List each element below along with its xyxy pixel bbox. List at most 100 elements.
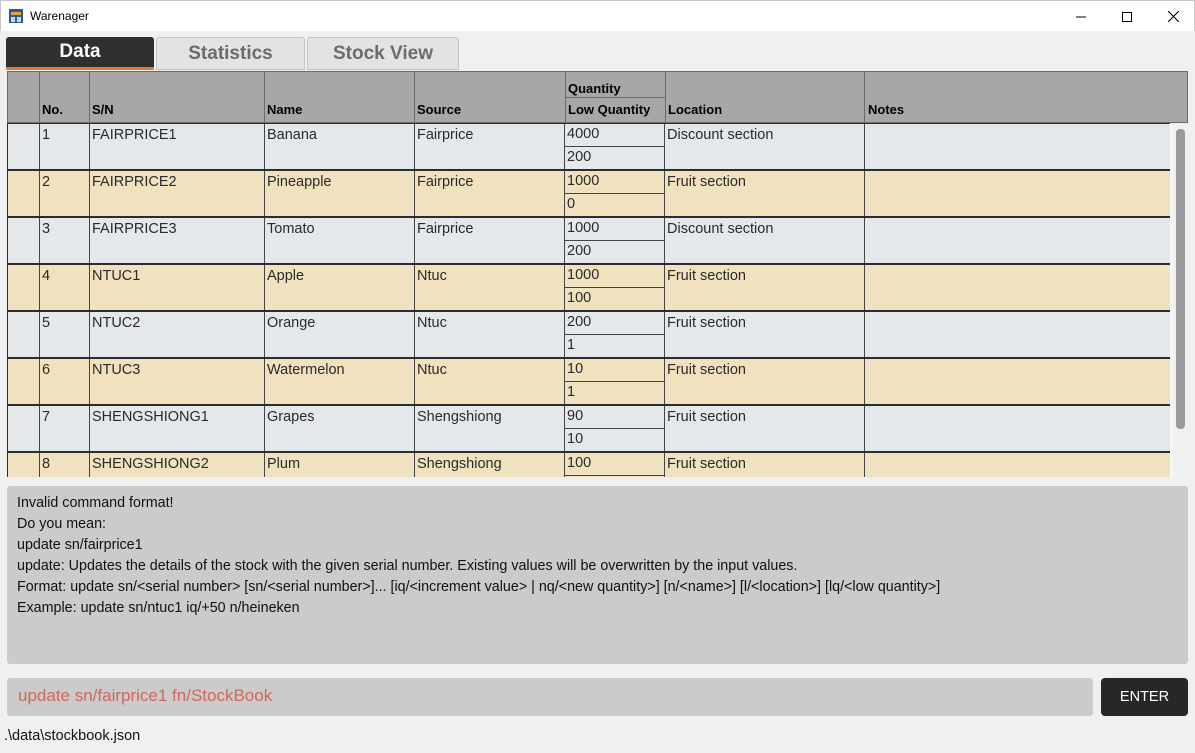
enter-button-label: ENTER: [1119, 689, 1170, 705]
cell-low-quantity: 200: [567, 149, 592, 165]
cell-low-quantity: 10: [567, 431, 584, 447]
cell-source: Shengshiong: [415, 453, 565, 477]
cell-name: Plum: [265, 453, 415, 477]
header-sn[interactable]: S/N: [92, 102, 114, 117]
cell-quantity: 100: [565, 453, 664, 476]
cell-quantity-group: 1000 200: [565, 218, 665, 263]
cell-low-quantity: [565, 476, 664, 477]
cell-quantity-group: 90 10: [565, 406, 665, 451]
result-line: Example: update sn/ntuc1 iq/+50 n/heinek…: [17, 600, 300, 616]
header-source[interactable]: Source: [417, 102, 461, 117]
result-line: Format: update sn/<serial number> [sn/<s…: [17, 579, 941, 595]
cell-notes: [865, 265, 1171, 310]
cell-location: Fruit section: [665, 265, 865, 310]
cell-notes: [865, 171, 1171, 216]
minimize-icon: [1076, 16, 1086, 17]
cell-no: 4: [40, 265, 90, 310]
app-logo-icon: [9, 9, 23, 23]
status-file-path: .\data\stockbook.json: [4, 728, 141, 744]
cell-no: 7: [40, 406, 90, 451]
table-row[interactable]: 8 SHENGSHIONG2 Plum Shengshiong 100 Frui…: [7, 452, 1170, 477]
cell-no: 5: [40, 312, 90, 357]
cell-location: Fruit section: [665, 453, 865, 477]
header-notes[interactable]: Notes: [868, 102, 904, 117]
cell-quantity-group: 100: [565, 453, 665, 477]
enter-button[interactable]: ENTER: [1101, 678, 1188, 716]
header-quantity[interactable]: Quantity: [568, 81, 621, 96]
cell-location: Fruit section: [665, 171, 865, 216]
header-divider: [864, 72, 865, 124]
cell-low-quantity: 100: [567, 290, 592, 306]
scrollbar-thumb[interactable]: [1176, 129, 1185, 429]
row-index-cell: [8, 359, 40, 404]
command-input[interactable]: update sn/fairprice1 fn/StockBook: [7, 678, 1093, 716]
cell-quantity: 200: [565, 312, 664, 335]
header-no[interactable]: No.: [42, 102, 63, 117]
cell-low-quantity: 200: [567, 243, 592, 259]
cell-no: 1: [40, 124, 90, 169]
header-location[interactable]: Location: [668, 102, 722, 117]
tab-stock-view-label: Stock View: [333, 42, 433, 64]
close-icon: [1167, 11, 1179, 22]
table-row[interactable]: 1 FAIRPRICE1 Banana Fairprice 4000 200 D…: [7, 123, 1170, 170]
table-row[interactable]: 4 NTUC1 Apple Ntuc 1000 100 Fruit sectio…: [7, 264, 1170, 311]
tab-data[interactable]: Data: [6, 37, 154, 70]
cell-location: Fruit section: [665, 406, 865, 451]
header-name[interactable]: Name: [267, 102, 302, 117]
cell-quantity: 4000: [565, 124, 664, 147]
table-row[interactable]: 6 NTUC3 Watermelon Ntuc 10 1 Fruit secti…: [7, 358, 1170, 405]
header-low-quantity[interactable]: Low Quantity: [568, 102, 650, 117]
result-line: Invalid command format!: [17, 495, 174, 511]
close-button[interactable]: [1150, 1, 1195, 32]
result-line: update: Updates the details of the stock…: [17, 558, 798, 574]
cell-notes: [865, 406, 1171, 451]
cell-low-quantity: 1: [567, 337, 576, 353]
result-line: Do you mean:: [17, 516, 107, 532]
cell-sn: NTUC3: [90, 359, 265, 404]
window-title: Warenager: [30, 9, 89, 23]
maximize-button[interactable]: [1104, 1, 1150, 32]
cell-sn: FAIRPRICE3: [90, 218, 265, 263]
tab-data-label: Data: [59, 41, 101, 62]
cell-sn: SHENGSHIONG2: [90, 453, 265, 477]
table-row[interactable]: 3 FAIRPRICE3 Tomato Fairprice 1000 200 D…: [7, 217, 1170, 264]
header-divider: [264, 72, 265, 124]
header-quantity-divider: [566, 97, 665, 98]
table-row[interactable]: 5 NTUC2 Orange Ntuc 200 1 Fruit section: [7, 311, 1170, 358]
tab-statistics[interactable]: Statistics: [156, 37, 305, 70]
cell-notes: [865, 359, 1171, 404]
maximize-icon: [1122, 11, 1132, 22]
cell-sn: FAIRPRICE2: [90, 171, 265, 216]
cell-low-quantity: 0: [567, 196, 576, 212]
table-body: 1 FAIRPRICE1 Banana Fairprice 4000 200 D…: [7, 123, 1170, 477]
header-divider: [89, 72, 90, 124]
table-header: No. S/N Name Source Quantity Low Quantit…: [7, 71, 1188, 124]
minimize-button[interactable]: [1058, 1, 1104, 32]
cell-low-quantity: 1: [567, 384, 576, 400]
cell-quantity-group: 1000 0: [565, 171, 665, 216]
table-scrollbar[interactable]: [1173, 123, 1188, 477]
table-row[interactable]: 7 SHENGSHIONG1 Grapes Shengshiong 90 10 …: [7, 405, 1170, 452]
cell-sn: SHENGSHIONG1: [90, 406, 265, 451]
cell-location: Discount section: [665, 218, 865, 263]
cell-no: 2: [40, 171, 90, 216]
row-index-cell: [8, 265, 40, 310]
cell-source: Ntuc: [415, 359, 565, 404]
header-divider: [39, 72, 40, 124]
cell-name: Banana: [265, 124, 415, 169]
header-quantity-group: Quantity Low Quantity: [565, 72, 666, 124]
row-index-cell: [8, 312, 40, 357]
tab-stock-view[interactable]: Stock View: [307, 37, 459, 70]
cell-location: Fruit section: [665, 312, 865, 357]
cell-quantity: 1000: [565, 218, 664, 241]
row-index-cell: [8, 453, 40, 477]
cell-quantity: 1000: [565, 265, 664, 288]
cell-no: 8: [40, 453, 90, 477]
table-row[interactable]: 2 FAIRPRICE2 Pineapple Fairprice 1000 0 …: [7, 170, 1170, 217]
tab-statistics-label: Statistics: [188, 42, 273, 64]
cell-location: Fruit section: [665, 359, 865, 404]
cell-notes: [865, 312, 1171, 357]
stock-table: No. S/N Name Source Quantity Low Quantit…: [7, 71, 1188, 477]
cell-source: Ntuc: [415, 312, 565, 357]
cell-source: Fairprice: [415, 218, 565, 263]
